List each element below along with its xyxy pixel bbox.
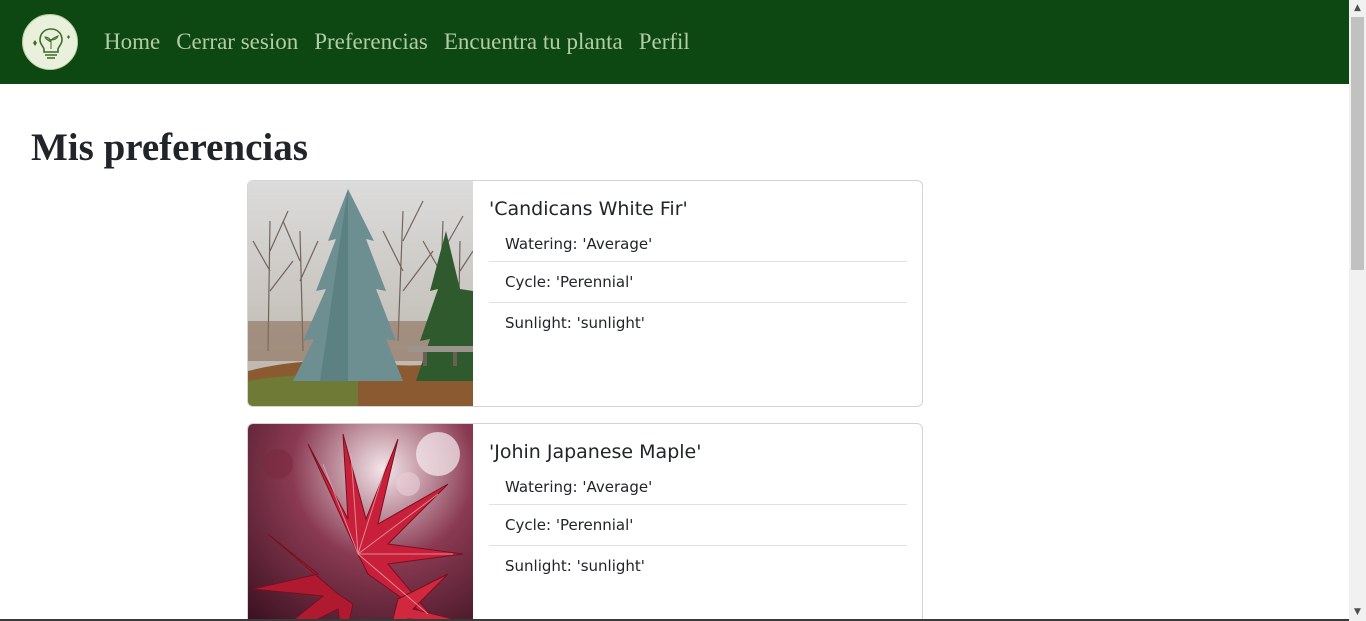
navbar: Home Cerrar sesion Preferencias Encuentr… <box>0 0 1349 84</box>
cycle-item: Cycle: 'Perennial' <box>489 262 907 303</box>
scrollbar-thumb[interactable] <box>1351 17 1364 270</box>
card-body: 'Candicans White Fir' Watering: 'Average… <box>489 197 907 344</box>
nav-profile[interactable]: Perfil <box>639 28 690 56</box>
nav-logout[interactable]: Cerrar sesion <box>176 28 298 56</box>
scroll-down-icon[interactable]: ▼ <box>1349 604 1366 621</box>
plant-details-list: Watering: 'Average' Cycle: 'Perennial' S… <box>489 233 907 344</box>
sunlight-item: Sunlight: 'sunlight' <box>505 314 645 332</box>
card-body: 'Johin Japanese Maple' Watering: 'Averag… <box>489 440 907 587</box>
logo-icon[interactable] <box>22 14 78 70</box>
nav-links: Home Cerrar sesion Preferencias Encuentr… <box>104 28 706 56</box>
fir-tree-photo-icon <box>248 181 473 406</box>
plant-card: 'Johin Japanese Maple' Watering: 'Averag… <box>247 423 923 621</box>
plant-card: 'Candicans White Fir' Watering: 'Average… <box>247 180 923 407</box>
cycle-item: Cycle: 'Perennial' <box>489 505 907 546</box>
nav-home[interactable]: Home <box>104 28 160 56</box>
page-title: Mis preferencias <box>31 126 308 169</box>
sunlight-item: Sunlight: 'sunlight' <box>505 557 645 575</box>
nav-find-plant[interactable]: Encuentra tu planta <box>444 28 623 56</box>
plant-name: 'Candicans White Fir' <box>489 198 688 220</box>
nav-preferences[interactable]: Preferencias <box>314 28 428 56</box>
maple-leaf-photo-icon <box>248 424 473 621</box>
vertical-scrollbar[interactable]: ▲ ▼ <box>1349 0 1366 621</box>
scroll-up-icon[interactable]: ▲ <box>1349 0 1366 17</box>
plant-name: 'Johin Japanese Maple' <box>489 441 702 463</box>
watering-item: Watering: 'Average' <box>489 476 907 505</box>
watering-item: Watering: 'Average' <box>489 233 907 262</box>
plant-details-list: Watering: 'Average' Cycle: 'Perennial' S… <box>489 476 907 587</box>
